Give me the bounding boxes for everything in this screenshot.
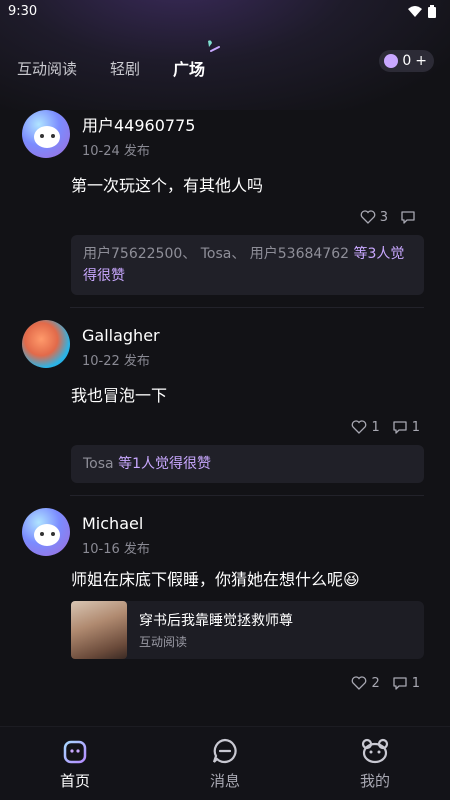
nav-home-label: 首页: [59, 772, 90, 790]
avatar[interactable]: [22, 110, 70, 158]
like-button[interactable]: 1: [351, 419, 380, 435]
tab-interactive-reading[interactable]: 互动阅读: [17, 58, 77, 79]
comment-icon: [393, 421, 407, 434]
status-bar: 9:30: [0, 0, 450, 22]
book-cover-image: [71, 601, 127, 659]
post-date: 10-16 发布: [82, 542, 150, 557]
home-icon: [63, 740, 87, 764]
comment-count: 1: [411, 675, 420, 691]
message-icon: [212, 738, 237, 764]
book-category: 互动阅读: [139, 635, 188, 649]
post-content: 第一次玩这个，有其他人吗: [71, 176, 264, 195]
bear-face-icon: [361, 738, 389, 764]
post-card[interactable]: 用户44960775 10-24 发布 第一次玩这个，有其他人吗 3 用户756…: [0, 98, 450, 295]
liked-by-names: 用户75622500、 Tosa、 用户53684762: [83, 246, 350, 262]
post-card[interactable]: Gallagher 10-22 发布 我也冒泡一下 1 1 Tosa 等1人觉得…: [0, 308, 450, 483]
sparkle-icon: [208, 40, 221, 52]
like-button[interactable]: 2: [351, 675, 380, 691]
bottom-navigation: 首页 消息 我的: [0, 726, 450, 800]
tab-square[interactable]: 广场: [173, 40, 221, 80]
liked-by-box[interactable]: 用户75622500、 Tosa、 用户53684762 等3人觉得很赞: [71, 235, 424, 295]
battery-icon: [428, 4, 436, 18]
tab-square-label: 广场: [173, 60, 206, 79]
nav-profile-label: 我的: [359, 772, 390, 790]
liked-by-box[interactable]: Tosa 等1人觉得很赞: [71, 445, 424, 483]
feed-list: 用户44960775 10-24 发布 第一次玩这个，有其他人吗 3 用户756…: [0, 98, 450, 691]
post-date: 10-22 发布: [82, 354, 150, 369]
linked-book-card[interactable]: 穿书后我靠睡觉拯救师尊 互动阅读: [71, 601, 424, 659]
post-username[interactable]: Michael: [82, 514, 150, 534]
tab-light-drama[interactable]: 轻剧: [110, 58, 140, 79]
liked-by-names: Tosa: [83, 456, 114, 472]
coin-balance-button[interactable]: 0 +: [379, 50, 434, 72]
like-count: 2: [371, 675, 380, 691]
post-card[interactable]: Michael 10-16 发布 师姐在床底下假睡，你猜她在想什么呢😆 穿书后我…: [0, 496, 450, 691]
like-count: 1: [371, 419, 380, 435]
heart-icon: [352, 676, 367, 690]
heart-icon: [352, 420, 367, 434]
plus-icon: +: [415, 53, 427, 69]
comment-button[interactable]: 1: [392, 675, 420, 691]
heart-icon: [360, 210, 376, 224]
post-username[interactable]: Gallagher: [82, 326, 160, 346]
post-username[interactable]: 用户44960775: [82, 116, 195, 136]
avatar[interactable]: [22, 320, 70, 368]
wifi-icon: [408, 6, 422, 17]
book-title: 穿书后我靠睡觉拯救师尊: [139, 613, 293, 629]
nav-home[interactable]: 首页: [0, 727, 150, 800]
like-count: 3: [379, 209, 388, 225]
nav-messages[interactable]: 消息: [150, 727, 300, 800]
paw-icon: [384, 54, 399, 68]
nav-profile[interactable]: 我的: [300, 727, 450, 800]
comment-icon: [393, 677, 407, 690]
avatar[interactable]: [22, 508, 70, 556]
like-button[interactable]: 3: [360, 209, 388, 225]
comment-count: 1: [411, 419, 420, 435]
post-date: 10-24 发布: [82, 144, 150, 159]
coin-count: 0: [402, 53, 412, 69]
comment-button[interactable]: 1: [392, 419, 420, 435]
status-time: 9:30: [8, 3, 38, 19]
comment-icon: [401, 211, 415, 224]
nav-messages-label: 消息: [209, 772, 240, 790]
liked-by-summary: 等1人觉得很赞: [118, 456, 211, 472]
comment-button[interactable]: [400, 209, 420, 225]
post-content: 我也冒泡一下: [71, 386, 168, 405]
post-content: 师姐在床底下假睡，你猜她在想什么呢😆: [71, 570, 360, 589]
